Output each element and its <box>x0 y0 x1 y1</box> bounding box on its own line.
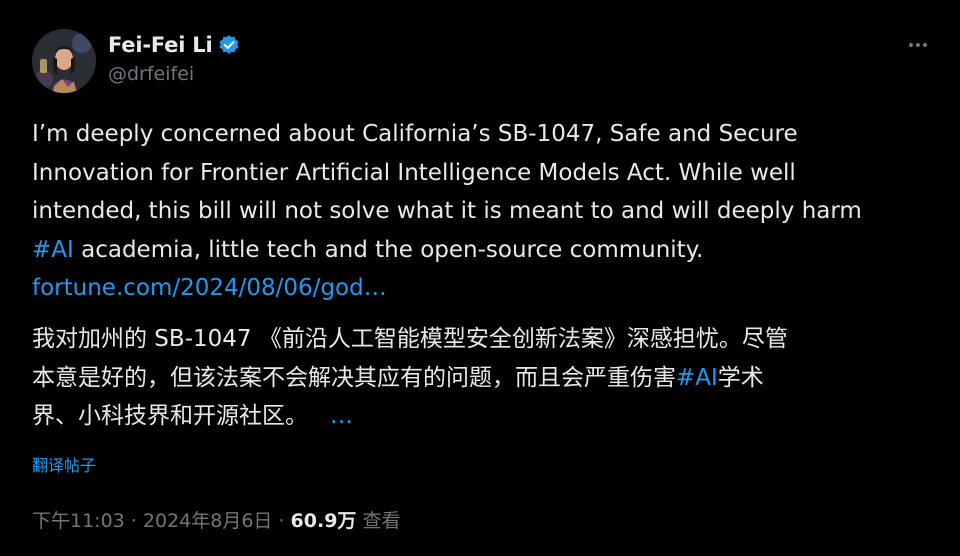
translate-post-link[interactable]: 翻译帖子 <box>32 452 96 476</box>
post-text-line: 本意是好的，但该法案不会解决其应有的问题，而且会严重伤害#AI学术 <box>32 359 932 398</box>
post-text-line: #AI academia, little tech and the open-s… <box>32 231 932 270</box>
article-link[interactable]: fortune.com/2024/08/06/god… <box>32 269 932 308</box>
more-dot <box>916 43 920 47</box>
post-text-line: Innovation for Frontier Artificial Intel… <box>32 159 796 186</box>
post-text-english: I’m deeply concerned about California’s … <box>32 115 932 308</box>
post-text-segment: 学术 <box>717 364 764 391</box>
post-text-line: 我对加州的 SB-1047 《前沿人工智能模型安全创新法案》深感担忧。尽管 <box>32 326 788 352</box>
display-name[interactable]: Fei-Fei Li <box>108 33 213 57</box>
views-label: 查看 <box>356 510 401 532</box>
post-metadata: 下午11:03 · 2024年8月6日 · 60.9万 查看 <box>32 506 400 533</box>
author-name-row: Fei-Fei Li <box>108 30 240 60</box>
post-card: Fei-Fei Li @drfeifei I’m deeply concerne… <box>0 0 960 556</box>
post-text-line: intended, this bill will not solve what … <box>32 198 862 224</box>
post-text-line: 界、小科技界和开源社区。 … <box>32 397 932 436</box>
post-text-line: I’m deeply concerned about California’s … <box>32 121 798 147</box>
post-timestamp[interactable]: 下午11:03 · 2024年8月6日 · <box>32 510 291 532</box>
more-horizontal-icon <box>909 43 913 47</box>
verified-badge-icon[interactable] <box>218 34 240 56</box>
post-text-chinese: 我对加州的 SB-1047 《前沿人工智能模型安全创新法案》深感担忧。尽管 本意… <box>32 320 932 436</box>
more-dot <box>923 43 927 47</box>
post-text-segment: 界、小科技界和开源社区。 <box>32 403 308 429</box>
hashtag-ai-link[interactable]: #AI <box>676 365 718 391</box>
views-count[interactable]: 60.9万 <box>291 510 357 532</box>
avatar[interactable] <box>32 29 96 93</box>
post-text-segment: academia, little tech and the open-sourc… <box>73 236 704 263</box>
show-more-link[interactable]: … <box>330 403 353 429</box>
more-options-button[interactable] <box>900 34 936 56</box>
author-handle[interactable]: @drfeifei <box>108 63 194 85</box>
post-text-segment: 本意是好的，但该法案不会解决其应有的问题，而且会严重伤害 <box>32 364 676 391</box>
hashtag-ai-link[interactable]: #AI <box>32 237 74 263</box>
